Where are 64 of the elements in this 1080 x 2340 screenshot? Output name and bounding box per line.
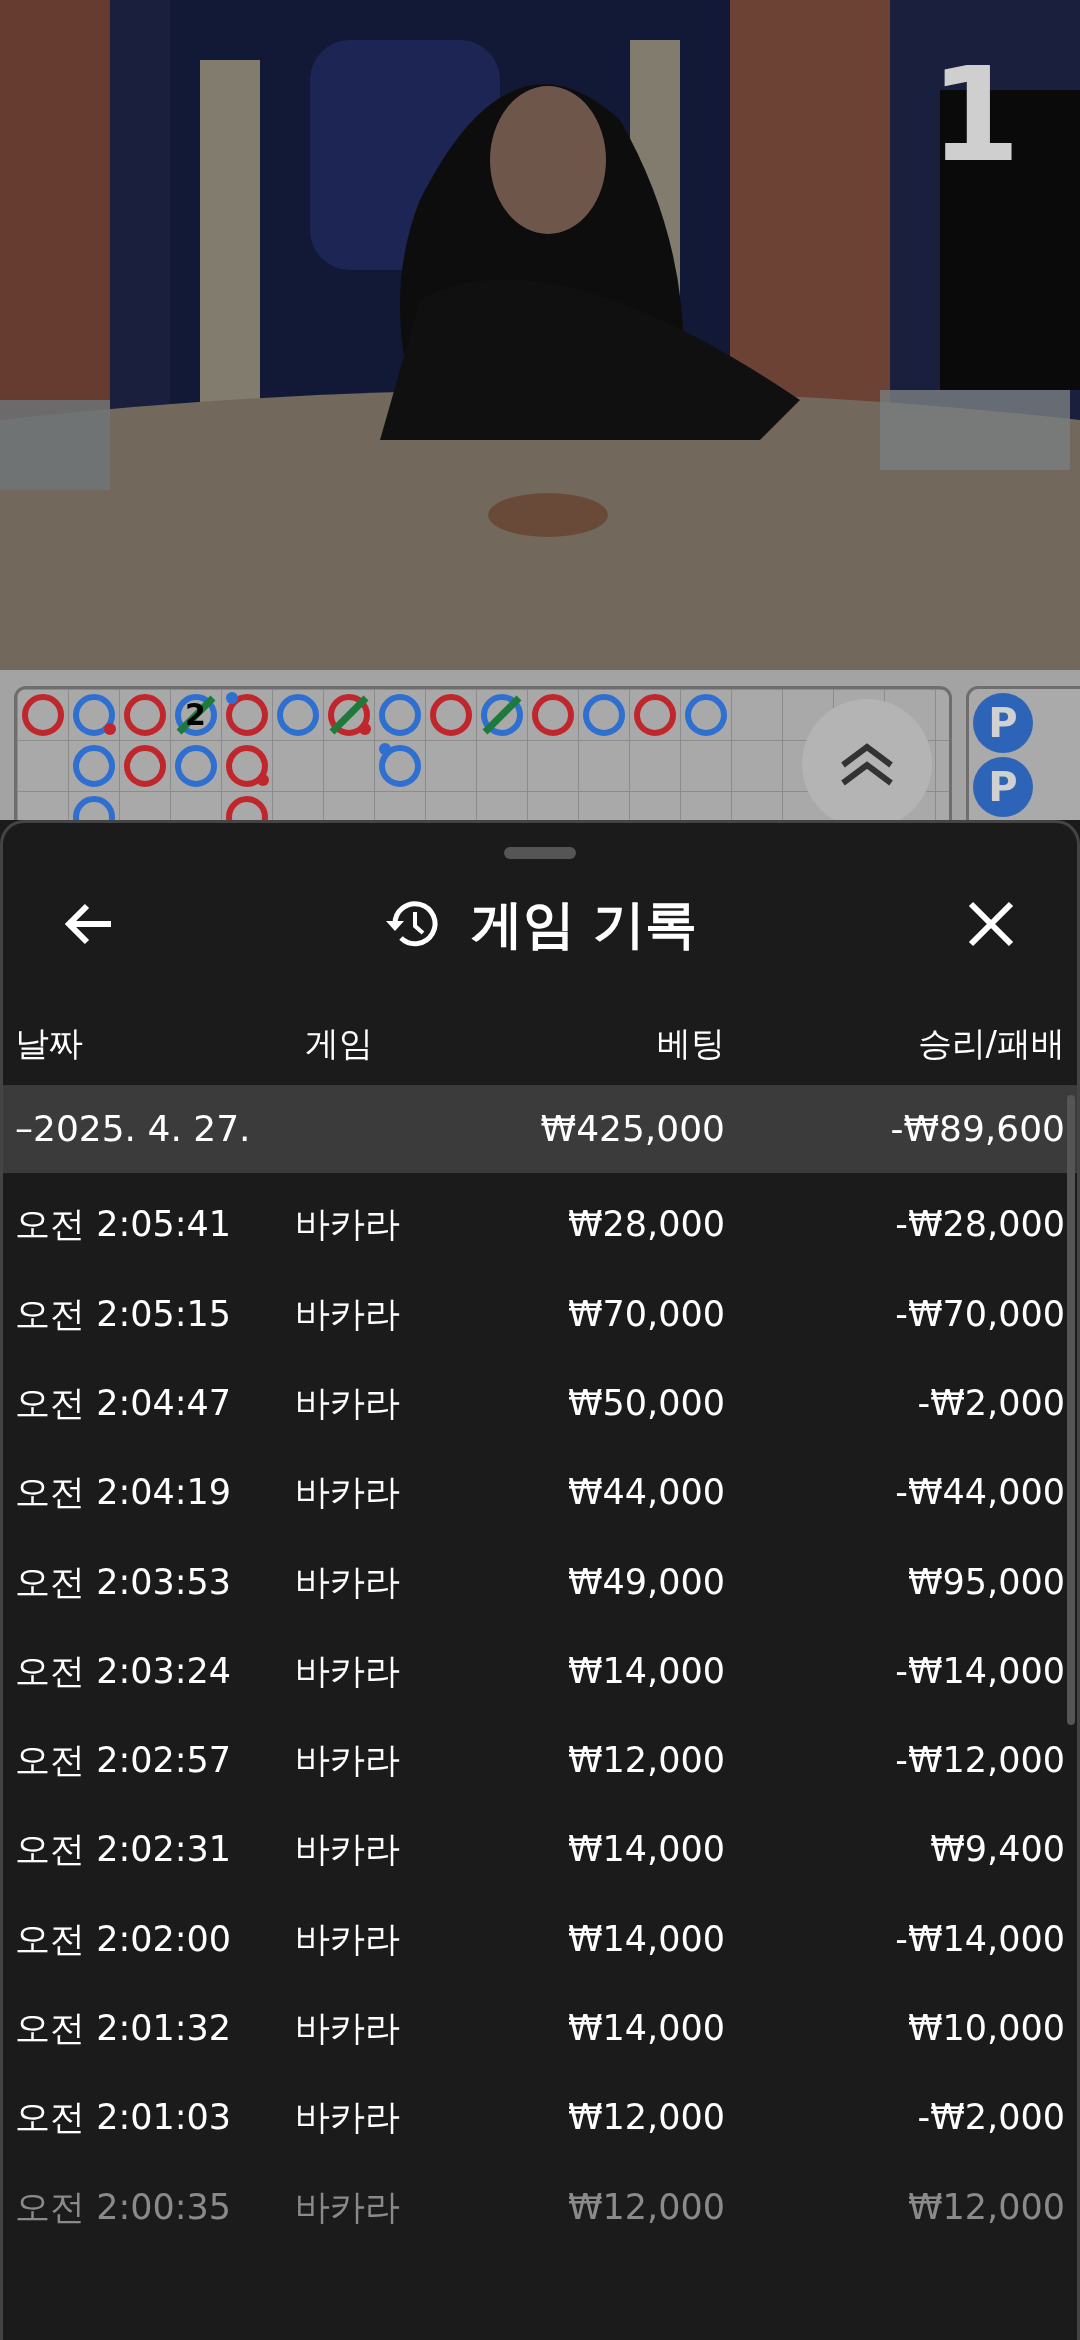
result-cell: -₩12,000 (895, 1740, 1065, 1781)
time-cell: 오전 2:05:15 (15, 1293, 232, 1334)
result-cell: -₩14,000 (895, 1918, 1065, 1959)
countdown: 1 (930, 50, 1021, 180)
game-cell: 바카라 (295, 1650, 400, 1691)
bet-cell: ₩12,000 (567, 2097, 725, 2138)
time-cell: 오전 2:01:03 (15, 2097, 232, 2138)
result-cell: ₩9,400 (930, 1829, 1065, 1870)
bead: P (973, 757, 1033, 817)
column-header: 승리/패배 (917, 1022, 1065, 1063)
time-cell: 오전 2:02:00 (15, 1918, 232, 1959)
bet-cell: ₩12,000 (567, 2186, 725, 2227)
result-cell: -₩28,000 (895, 1204, 1065, 1245)
drag-handle[interactable] (504, 847, 576, 859)
bet-cell: ₩70,000 (567, 1293, 725, 1334)
bet-cell: ₩14,000 (567, 1829, 725, 1870)
time-cell: 오전 2:04:47 (15, 1383, 232, 1423)
column-header: 게임 (304, 1022, 373, 1063)
summary-date: –2025. 4. 27. (15, 1108, 251, 1149)
game-cell: 바카라 (295, 1204, 400, 1245)
scrollbar[interactable] (1067, 1095, 1075, 1725)
bet-cell: ₩50,000 (567, 1383, 725, 1423)
result-cell: -₩70,000 (895, 1293, 1065, 1334)
sheet-title: 게임 기록 (470, 893, 698, 956)
time-cell: 오전 2:03:24 (15, 1650, 232, 1691)
game-cell: 바카라 (295, 2008, 400, 2049)
time-cell: 오전 2:05:41 (15, 1204, 232, 1245)
game-cell: 바카라 (295, 1293, 400, 1334)
game-cell: 바카라 (295, 1740, 400, 1781)
time-cell: 오전 2:02:57 (15, 1740, 232, 1781)
time-cell: 오전 2:03:53 (15, 1561, 232, 1602)
bet-cell: ₩14,000 (567, 1918, 725, 1959)
game-cell: 바카라 (295, 2097, 400, 2138)
column-header: 날짜 (15, 1022, 83, 1063)
game-cell: 바카라 (295, 1829, 400, 1870)
game-cell: 바카라 (295, 1472, 400, 1513)
result-cell: ₩95,000 (907, 1561, 1065, 1602)
result-cell: -₩2,000 (917, 1383, 1065, 1423)
game-cell: 바카라 (295, 1383, 400, 1423)
result-cell: -₩44,000 (895, 1472, 1065, 1513)
summary-row[interactable]: –2025. 4. 27. ₩425,000 -₩89,600 (3, 1085, 1077, 1173)
time-cell: 오전 2:02:31 (15, 1829, 232, 1870)
game-cell: 바카라 (295, 2186, 400, 2227)
time-cell: 오전 2:00:35 (15, 2186, 232, 2227)
time-cell: 오전 2:01:32 (15, 2008, 232, 2049)
summary-bet: ₩425,000 (540, 1108, 725, 1149)
result-cell: -₩14,000 (895, 1650, 1065, 1691)
summary-result: -₩89,600 (890, 1108, 1065, 1149)
bet-cell: ₩14,000 (567, 2008, 725, 2049)
bead: P (973, 693, 1033, 753)
result-cell: -₩2,000 (917, 2097, 1065, 2138)
time-cell: 오전 2:04:19 (15, 1472, 232, 1513)
bet-cell: ₩28,000 (567, 1204, 725, 1245)
game-cell: 바카라 (295, 1918, 400, 1959)
result-cell: ₩12,000 (907, 2186, 1065, 2227)
result-cell: ₩10,000 (907, 2008, 1065, 2049)
game-cell: 바카라 (295, 1561, 400, 1602)
bet-cell: ₩44,000 (567, 1472, 725, 1513)
close-icon (967, 900, 1015, 948)
bet-cell: ₩49,000 (567, 1561, 725, 1602)
bet-cell: ₩14,000 (567, 1650, 725, 1691)
bead-count: 2 (185, 699, 206, 730)
bet-cell: ₩12,000 (567, 1740, 725, 1781)
column-header: 베팅 (657, 1022, 725, 1063)
